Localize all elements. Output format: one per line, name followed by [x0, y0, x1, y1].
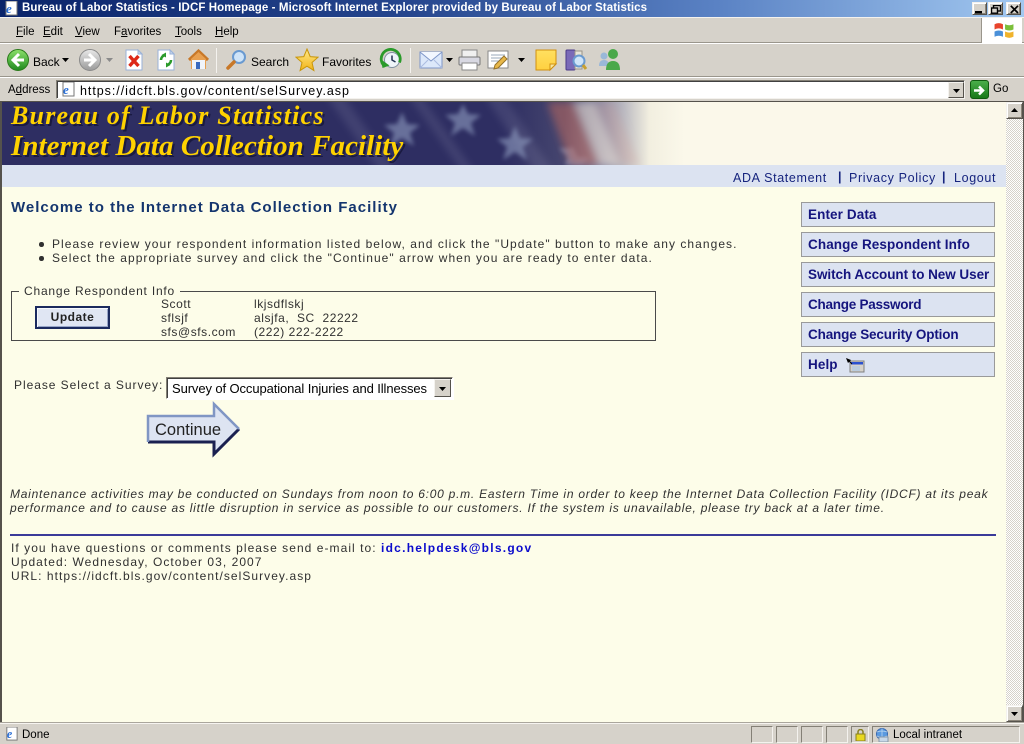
svg-text:e: e	[6, 1, 12, 16]
svg-text:Bureau of Labor Statistics: Bureau of Labor Statistics	[10, 102, 325, 130]
svg-text:Internet Data Collection Facil: Internet Data Collection Facility	[10, 130, 403, 162]
svg-text:e: e	[63, 82, 69, 97]
svg-text:Continue: Continue	[155, 421, 221, 439]
svg-text:e: e	[7, 727, 13, 741]
